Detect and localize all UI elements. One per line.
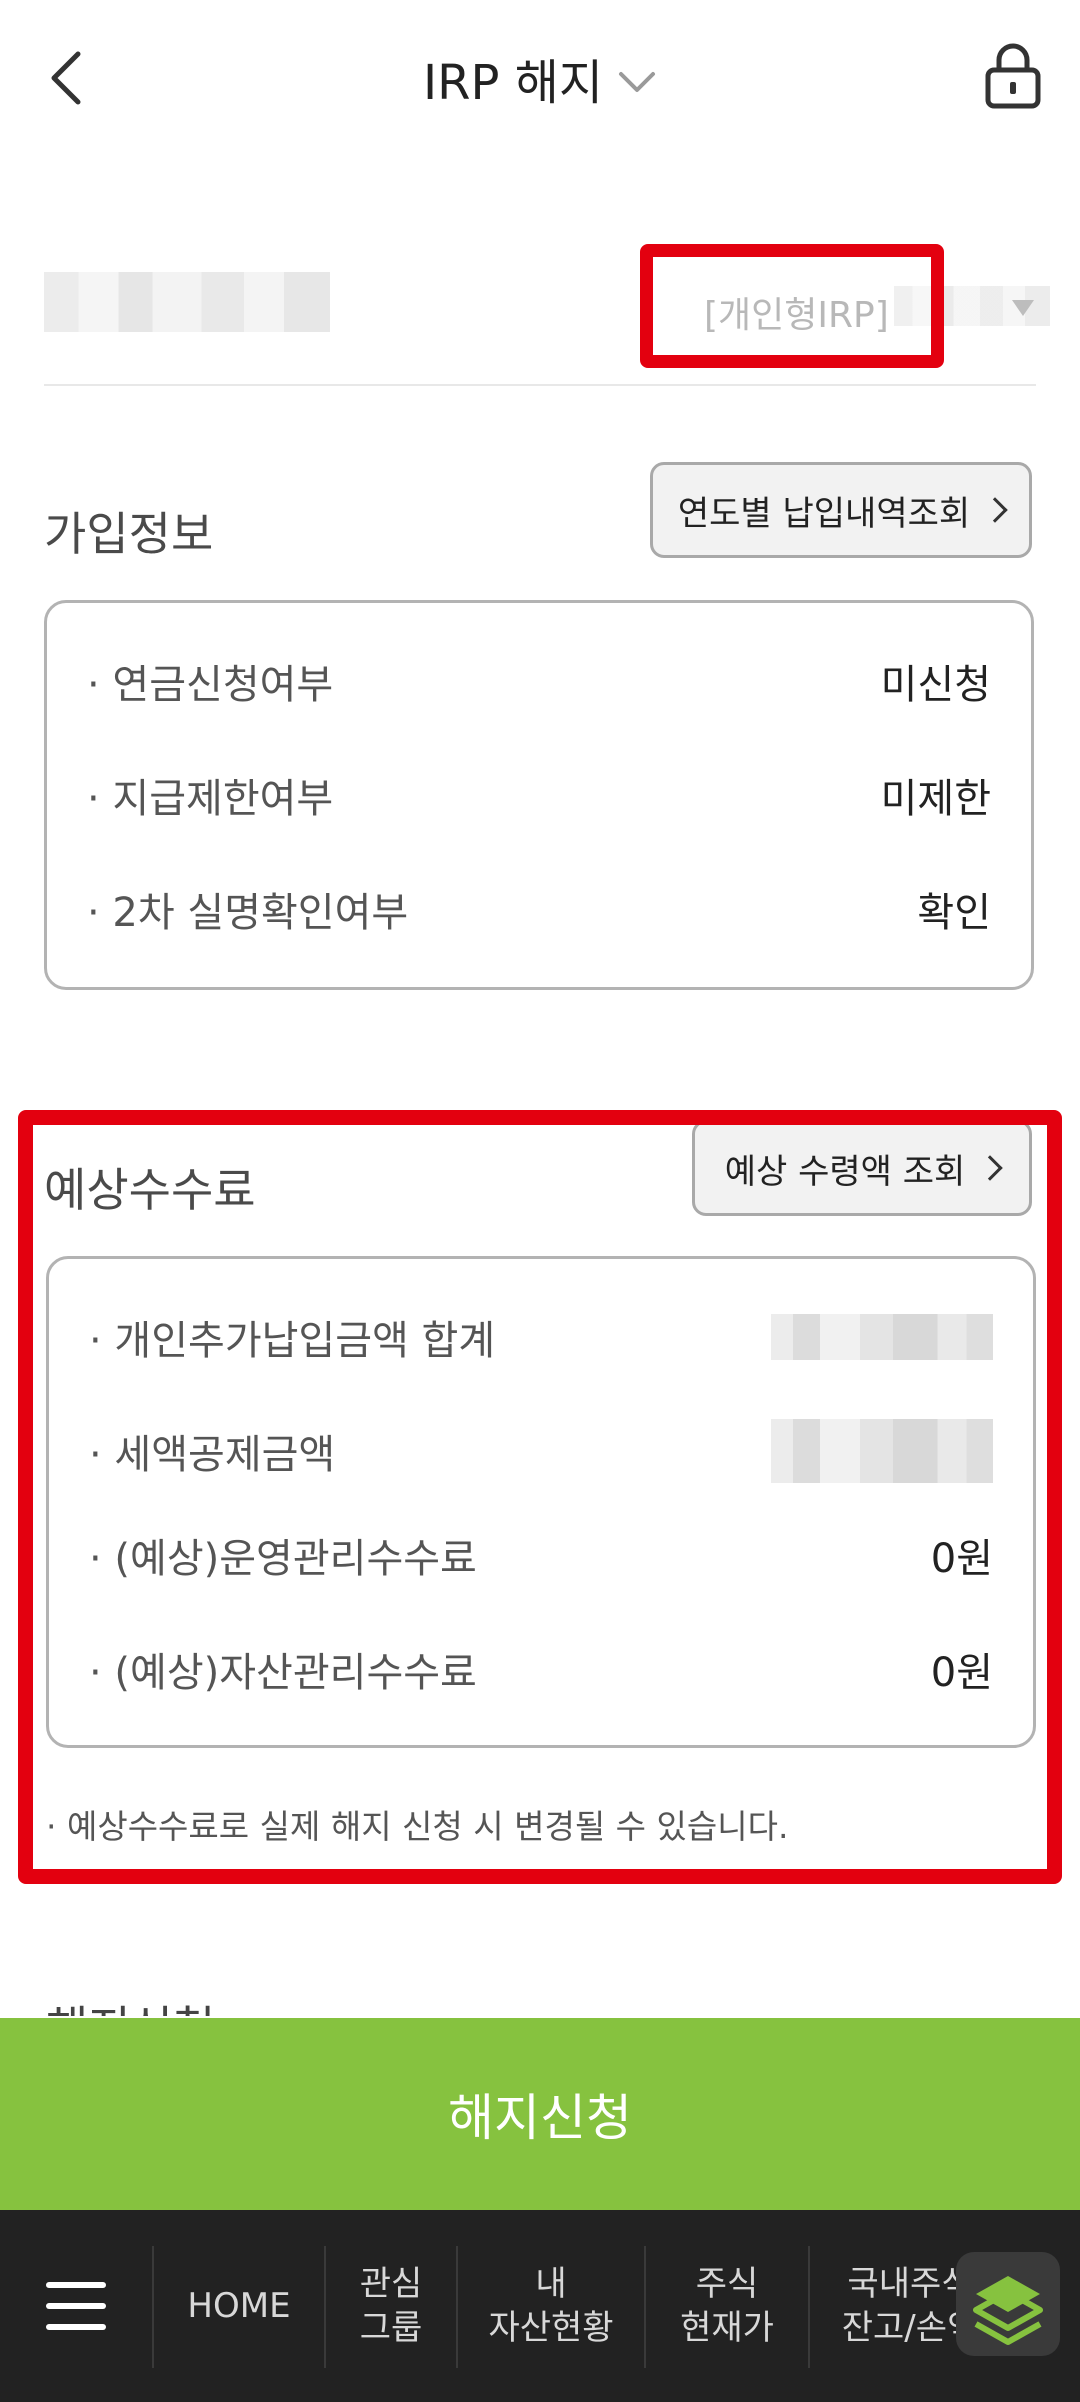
join-info-row: · 연금신청여부 미신청 xyxy=(87,651,991,711)
row-value: 미제한 xyxy=(880,776,991,822)
chevron-down-icon xyxy=(619,72,656,92)
top-app-bar: IRP 해지 xyxy=(0,0,1080,155)
nav-item-watchlist-group[interactable]: 관심 그룹 xyxy=(326,2240,456,2372)
highlight-box-account-type xyxy=(640,244,944,368)
lock-icon[interactable] xyxy=(984,42,1042,110)
layers-icon xyxy=(973,2276,1043,2345)
hamburger-menu-icon[interactable] xyxy=(46,2282,106,2330)
cancel-request-button[interactable]: 해지신청 xyxy=(0,2018,1080,2210)
row-value: 확인 xyxy=(917,890,991,936)
account-number-redacted xyxy=(44,272,330,332)
nav-item-home[interactable]: HOME xyxy=(154,2240,324,2372)
yearly-payment-history-label: 연도별 납입내역조회 xyxy=(677,493,971,534)
next-section-title-peek: 해지신청 xyxy=(46,1992,215,2016)
bottom-navigation: HOME 관심 그룹 내 자산현황 주식 현재가 국내주식 잔고/손익 xyxy=(0,2210,1080,2402)
join-info-card: · 연금신청여부 미신청 · 지급제한여부 미제한 · 2차 실명확인여부 확인 xyxy=(44,600,1034,990)
title-dropdown[interactable]: IRP 해지 xyxy=(0,40,1080,116)
page-title: IRP 해지 xyxy=(422,55,604,111)
highlight-box-expected-fees xyxy=(18,1110,1062,1884)
row-label: · 지급제한여부 xyxy=(87,776,334,822)
join-info-row: · 지급제한여부 미제한 xyxy=(87,765,991,825)
layers-floating-button[interactable] xyxy=(956,2252,1060,2356)
nav-item-my-assets[interactable]: 내 자산현황 xyxy=(458,2240,644,2372)
row-value: 미신청 xyxy=(880,662,991,708)
row-label: · 2차 실명확인여부 xyxy=(87,890,409,936)
nav-item-stock-price[interactable]: 주식 현재가 xyxy=(646,2240,808,2372)
yearly-payment-history-button[interactable]: 연도별 납입내역조회 xyxy=(650,462,1032,558)
dropdown-triangle-icon xyxy=(1012,300,1034,316)
chevron-right-icon xyxy=(982,497,1008,523)
join-info-title: 가입정보 xyxy=(44,507,214,561)
join-info-row: · 2차 실명확인여부 확인 xyxy=(87,879,991,939)
row-label: · 연금신청여부 xyxy=(87,662,334,708)
cancel-request-label: 해지신청 xyxy=(448,2089,632,2147)
